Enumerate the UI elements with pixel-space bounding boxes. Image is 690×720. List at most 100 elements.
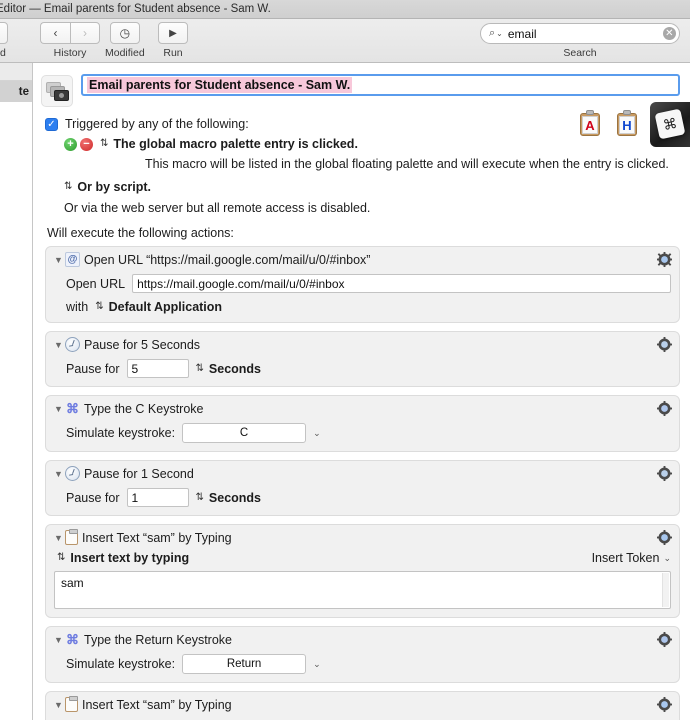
- window-title-bar: Editor — Email parents for Student absen…: [0, 0, 690, 19]
- disclosure-triangle-icon[interactable]: ▼: [54, 255, 65, 265]
- action-title: Open URL “https://mail.google.com/mail/u…: [84, 252, 371, 267]
- disclosure-triangle-icon[interactable]: ▼: [54, 700, 65, 710]
- type-return-keystroke-action[interactable]: ▼ ⌘ Type the Return Keystroke Simulate k…: [45, 626, 680, 683]
- keystroke-value: C: [239, 427, 249, 439]
- search-group: ⌕ ⌄ ✕ Search: [480, 23, 680, 59]
- chevron-left-icon: ‹: [53, 26, 58, 40]
- keystroke-field-row: Simulate keystroke: Return ⌄: [54, 654, 671, 674]
- insert-mode-row: ⇅ Insert text by typing Insert Token ⌄: [54, 551, 671, 565]
- open-url-input[interactable]: https://mail.google.com/mail/u/0/#inbox: [132, 274, 671, 293]
- script-popup-chevron-icon[interactable]: ⇅: [64, 182, 72, 192]
- clipboard-h-badge: H: [616, 110, 638, 136]
- trigger-popup-chevron-icon[interactable]: ⇅: [100, 139, 108, 149]
- action-title: Pause for 1 Second: [84, 466, 194, 481]
- action-header[interactable]: ▼ Insert Text “sam” by Typing: [54, 529, 671, 545]
- action-header[interactable]: ▼ Pause for 5 Seconds: [54, 337, 671, 352]
- main-toolbar: d ‹ › History ◷ Modified ▶ Run ⌕ ⌄ email…: [0, 19, 690, 63]
- trigger-type-label[interactable]: The global macro palette entry is clicke…: [113, 137, 358, 151]
- plus-icon: +: [67, 138, 74, 150]
- keystroke-input[interactable]: C: [182, 423, 307, 443]
- pause-unit-popup-chevron-icon[interactable]: ⇅: [196, 492, 204, 503]
- actions-list: ▼ @ Open URL “https://mail.google.com/ma…: [45, 246, 680, 720]
- disclosure-triangle-icon[interactable]: ▼: [54, 469, 65, 479]
- gear-icon[interactable]: [657, 401, 672, 416]
- gear-icon[interactable]: [657, 337, 672, 352]
- action-header[interactable]: ▼ ⌘ Type the Return Keystroke: [54, 632, 671, 647]
- gear-icon[interactable]: [657, 252, 672, 267]
- type-c-keystroke-action[interactable]: ▼ ⌘ Type the C Keystroke Simulate keystr…: [45, 395, 680, 452]
- insert-token-button[interactable]: Insert Token ⌄: [592, 551, 671, 565]
- triggered-checkbox[interactable]: ✓: [45, 117, 58, 131]
- disclosure-triangle-icon[interactable]: ▼: [54, 635, 65, 645]
- disclosure-triangle-icon[interactable]: ▼: [54, 404, 65, 414]
- gear-icon[interactable]: [657, 697, 672, 712]
- macro-groups-sidebar: te: [0, 63, 33, 720]
- pause-unit-popup-chevron-icon[interactable]: ⇅: [196, 363, 204, 374]
- window-title: Editor — Email parents for Student absen…: [0, 3, 271, 15]
- search-field[interactable]: ⌕ ⌄ ✕: [480, 23, 680, 44]
- pause-unit-label[interactable]: Seconds: [209, 362, 261, 376]
- search-input[interactable]: [507, 26, 663, 41]
- pause-for-label: Pause for: [66, 361, 120, 376]
- action-header[interactable]: ▼ Pause for 1 Second: [54, 466, 671, 481]
- triggers-header-label: Triggered by any of the following:: [65, 117, 249, 131]
- history-forward-button[interactable]: ›: [70, 22, 100, 44]
- play-icon: ▶: [169, 27, 177, 39]
- keystroke-input[interactable]: Return: [182, 654, 307, 674]
- gear-icon[interactable]: [657, 466, 672, 481]
- history-back-button[interactable]: ‹: [40, 22, 70, 44]
- disclosure-triangle-icon[interactable]: ▼: [54, 533, 65, 543]
- run-button[interactable]: ▶: [158, 22, 188, 44]
- pause-duration-input[interactable]: 1: [126, 488, 189, 507]
- gear-icon[interactable]: [657, 530, 672, 545]
- action-header[interactable]: ▼ Insert Text “sam” by Typing: [54, 696, 671, 712]
- at-sign-icon: @: [65, 252, 80, 267]
- insert-mode-label[interactable]: Insert text by typing: [70, 551, 189, 565]
- macro-name-field[interactable]: Email parents for Student absence - Sam …: [81, 74, 680, 96]
- action-title: Type the Return Keystroke: [84, 632, 232, 647]
- textarea-scrollbar[interactable]: [662, 573, 669, 607]
- pause-duration-input[interactable]: 5: [126, 359, 189, 378]
- cut-off-toolbar-button[interactable]: [0, 22, 8, 44]
- insert-text-sam-action-2[interactable]: ▼ Insert Text “sam” by Typing: [45, 691, 680, 720]
- disclosure-triangle-icon[interactable]: ▼: [54, 340, 65, 350]
- gear-icon[interactable]: [657, 632, 672, 647]
- clipboard-a-letter: A: [582, 116, 598, 134]
- add-trigger-icon[interactable]: +: [64, 137, 77, 151]
- sidebar-header: [0, 63, 32, 81]
- modified-button[interactable]: ◷: [109, 22, 140, 44]
- remove-trigger-icon[interactable]: −: [80, 137, 93, 151]
- pause-duration-value: 1: [131, 490, 139, 505]
- open-url-action[interactable]: ▼ @ Open URL “https://mail.google.com/ma…: [45, 246, 680, 323]
- or-via-web-server-label: Or via the web server but all remote acc…: [64, 201, 371, 215]
- cut-off-toolbar-button-label: d: [0, 47, 6, 59]
- search-clear-icon[interactable]: ✕: [662, 27, 676, 40]
- pause-field-row: Pause for 1 ⇅ Seconds: [54, 488, 671, 507]
- insert-text-textarea[interactable]: sam: [54, 571, 671, 609]
- pause-unit-label[interactable]: Seconds: [209, 491, 261, 505]
- with-label: with: [66, 300, 89, 314]
- pause-duration-value: 5: [131, 361, 139, 376]
- or-by-script-row[interactable]: ⇅ Or by script.: [64, 180, 680, 194]
- checkmark-icon: ✓: [47, 118, 56, 130]
- pause-1-second-action[interactable]: ▼ Pause for 1 Second Pause for 1 ⇅ Secon…: [45, 460, 680, 516]
- search-icon[interactable]: ⌕: [489, 27, 495, 40]
- action-header[interactable]: ▼ ⌘ Type the C Keystroke: [54, 401, 671, 416]
- run-label: Run: [163, 47, 183, 59]
- command-key-icon: ⌘: [66, 631, 79, 647]
- sidebar-item-selected[interactable]: te: [0, 81, 32, 102]
- with-popup-chevron-icon[interactable]: ⇅: [95, 302, 103, 312]
- insert-mode-popup-chevron-icon[interactable]: ⇅: [57, 553, 65, 563]
- pause-5-seconds-action[interactable]: ▼ Pause for 5 Seconds Pause for 5 ⇅ Seco…: [45, 331, 680, 387]
- search-scope-chevron-down-icon[interactable]: ⌄: [496, 29, 503, 38]
- keystroke-chevron-down-icon[interactable]: ⌄: [313, 428, 321, 439]
- simulate-keystroke-label: Simulate keystroke:: [66, 426, 176, 440]
- action-title: Insert Text “sam” by Typing: [82, 530, 232, 545]
- keystroke-chevron-down-icon[interactable]: ⌄: [313, 659, 321, 670]
- action-header[interactable]: ▼ @ Open URL “https://mail.google.com/ma…: [54, 252, 671, 267]
- open-url-field-row: Open URL https://mail.google.com/mail/u/…: [54, 274, 671, 293]
- with-application-value[interactable]: Default Application: [109, 300, 222, 314]
- keyboard-maestro-app-icon: ⌘: [650, 102, 690, 147]
- macro-group-icon[interactable]: [41, 75, 73, 107]
- insert-text-sam-action[interactable]: ▼ Insert Text “sam” by Typing ⇅ Insert t…: [45, 524, 680, 618]
